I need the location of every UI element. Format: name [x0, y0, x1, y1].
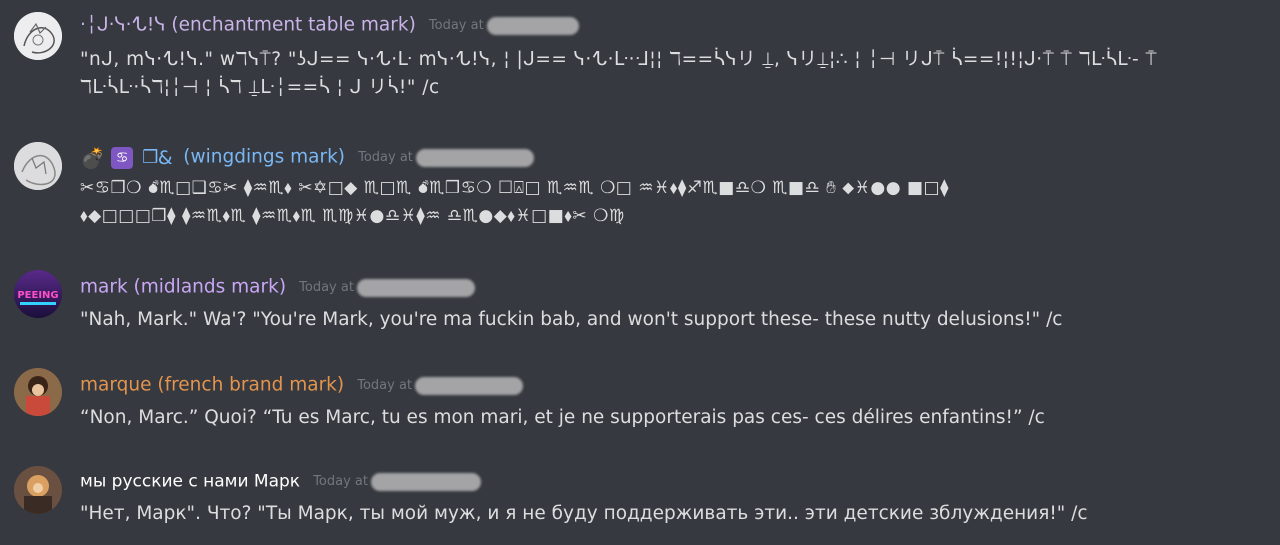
timestamp: Today at	[357, 377, 413, 393]
message-line: “Non, Marc.” Quoi? “Tu es Marc, tu es mo…	[80, 407, 1045, 428]
svg-text:PEEING: PEEING	[17, 290, 58, 301]
message-content: “Non, Marc.” Quoi? “Tu es Marc, tu es mo…	[80, 404, 1045, 432]
message-line: ✂︎♋︎❒︎❍︎ 💣︎♏︎□︎❑︎♋︎✂︎ ⧫︎♒︎♏︎⬧︎ ✂︎✡︎□︎◆︎ …	[80, 178, 950, 198]
username[interactable]: ·╎ᒍ·ᓭ·ᖍ!ᓭ (enchantment table mark)	[80, 15, 416, 36]
message-content: "Нет, Марк". Что? "Ты Марк, ты мой муж, …	[80, 500, 1088, 528]
sketch-avatar-image	[14, 142, 62, 190]
username[interactable]: мы русские с нами Марк	[80, 472, 300, 492]
message-header: мы русские с нами Марк Today at	[80, 468, 482, 494]
avatar[interactable]	[14, 368, 62, 416]
avatar[interactable]: PEEING	[14, 270, 62, 318]
message-4: marque (french brand mark) Today at “Non…	[0, 366, 1280, 436]
timestamp: Today at	[358, 149, 413, 165]
username[interactable]: (wingdings mark)	[183, 147, 345, 168]
sketch-avatar-image	[14, 12, 62, 60]
message-content: ✂︎♋︎❒︎❍︎ 💣︎♏︎□︎❑︎♋︎✂︎ ⧫︎♒︎♏︎⬧︎ ✂︎✡︎□︎◆︎ …	[80, 174, 949, 230]
message-line: ℸᒷᓵᒷ·ᓵℸ¦╎⊣ ¦ ᓵℸ ⍊ᒷ╎==ᓵ ¦ ᒍ リᓵ!" /c	[80, 77, 440, 98]
username-text: wingdings mark	[190, 146, 338, 168]
neon-avatar-image: PEEING	[14, 270, 62, 318]
message-content: "nᒍ, mᓭ·ᖍ!ᓭ." wℸᓭ⍑? "ʖᒍ== ᓭ·ᖍ·ᒷ mᓭ·ᖍ!ᓭ, …	[80, 46, 1157, 102]
message-line: ⬧︎◆︎□︎□︎□︎❒︎⧫︎ ⧫︎♒︎♏︎⬧︎♏︎ ⧫︎♒︎♏︎⬧︎♏︎ ♏︎♍…	[80, 206, 625, 226]
redacted-timestamp	[416, 148, 534, 167]
avatar[interactable]	[14, 12, 62, 60]
bomb-icon: 💣	[80, 145, 105, 170]
username[interactable]: marque (french brand mark)	[80, 375, 344, 396]
timestamp: Today at	[313, 473, 368, 489]
message-header: marque (french brand mark) Today at	[80, 372, 524, 398]
timestamp: Today at	[299, 279, 354, 295]
message-2: 💣 ♋ ❒& (wingdings mark) Today at ✂︎♋︎❒︎❍…	[0, 140, 1280, 240]
avatar[interactable]	[14, 142, 62, 190]
ampersand-icon: &	[157, 146, 173, 169]
message-3: PEEING mark (midlands mark) Today at "Na…	[0, 268, 1280, 338]
character-avatar-image	[14, 368, 62, 416]
character-avatar-image	[14, 466, 62, 514]
redacted-timestamp	[357, 278, 476, 297]
timestamp: Today at	[428, 17, 484, 33]
redacted-timestamp	[415, 376, 524, 395]
message-header: ·╎ᒍ·ᓭ·ᖍ!ᓭ (enchantment table mark) Today…	[80, 12, 579, 38]
message-5: мы русские с нами Марк Today at "Нет, Ма…	[0, 464, 1280, 534]
message-1: ·╎ᒍ·ᓭ·ᖍ!ᓭ (enchantment table mark) Today…	[0, 8, 1280, 108]
message-header: mark (midlands mark) Today at	[80, 274, 476, 300]
redacted-timestamp	[486, 16, 579, 35]
redacted-timestamp	[371, 472, 482, 491]
message-header: 💣 ♋ ❒& (wingdings mark) Today at	[80, 144, 534, 170]
cancer-zodiac-icon: ♋	[111, 146, 134, 169]
message-line: "Nah, Mark." Wa'? "You're Mark, you're m…	[80, 309, 1063, 330]
message-line: "nᒍ, mᓭ·ᖍ!ᓭ." wℸᓭ⍑? "ʖᒍ== ᓭ·ᖍ·ᒷ mᓭ·ᖍ!ᓭ, …	[80, 49, 1158, 70]
box-icon: ❒	[142, 146, 159, 168]
avatar[interactable]	[14, 466, 62, 514]
message-line: "Нет, Марк". Что? "Ты Марк, ты мой муж, …	[80, 503, 1088, 524]
message-content: "Nah, Mark." Wa'? "You're Mark, you're m…	[80, 306, 1062, 334]
username[interactable]: mark (midlands mark)	[80, 277, 286, 298]
